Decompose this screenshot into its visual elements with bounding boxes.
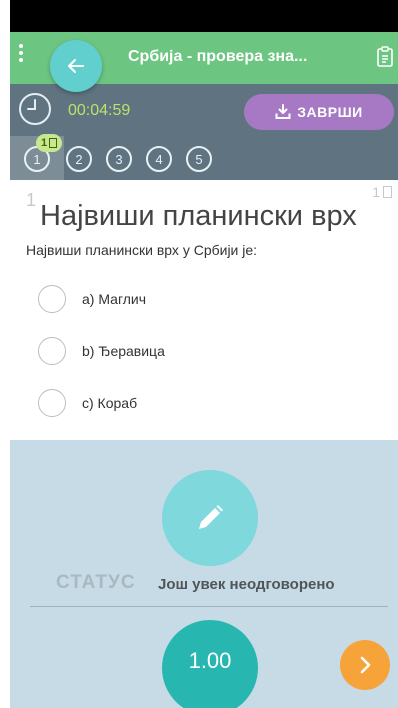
question-nav-item-5[interactable]: 5 (186, 146, 212, 172)
more-vert-icon[interactable] (16, 44, 26, 72)
timer-bar: 00:04:59 ЗАВРШИ (10, 84, 398, 136)
radio-button[interactable] (38, 337, 66, 365)
score-badge: 1.00 (162, 620, 258, 708)
radio-button[interactable] (38, 389, 66, 417)
app-bar: Србија - провера зна... (10, 32, 398, 92)
edit-button[interactable] (162, 470, 258, 566)
question-card: 1 1 Највиши планински врх Највиши планин… (10, 180, 398, 440)
document-icon (49, 138, 58, 148)
back-button[interactable] (50, 40, 102, 92)
answer-option-b[interactable]: b) Ђеравица (38, 336, 338, 366)
status-row: СТАТУС Још увек неодговорено (10, 572, 398, 598)
download-icon (275, 104, 291, 119)
status-bar (10, 0, 398, 32)
answer-option-a[interactable]: a) Маглич (38, 284, 338, 314)
answer-option-label: a) Маглич (82, 291, 147, 307)
arrow-left-icon (68, 59, 84, 73)
clipboard-icon[interactable] (376, 46, 394, 68)
timer-value: 00:04:59 (68, 102, 131, 119)
chevron-right-icon (360, 656, 371, 674)
question-text: Највиши планински врх у Србији је: (26, 242, 258, 258)
question-nav: 1 1 2 3 4 5 (10, 134, 398, 180)
status-panel: СТАТУС Још увек неодговорено 1.00 (10, 440, 398, 708)
app-title: Србија - провера зна... (128, 48, 308, 65)
divider (30, 606, 388, 607)
radio-button[interactable] (38, 285, 66, 313)
question-title: Највиши планински врх (40, 200, 357, 232)
question-nav-item-2[interactable]: 2 (66, 146, 92, 172)
app-frame: Србија - провера зна... 00:04:59 ЗАВРШИ … (10, 0, 398, 708)
question-nav-item-4[interactable]: 4 (146, 146, 172, 172)
status-label: СТАТУС (56, 572, 136, 593)
status-value: Још увек неодговорено (158, 576, 335, 593)
question-points: 1 (372, 184, 392, 200)
clock-icon (19, 93, 51, 125)
answer-option-c[interactable]: c) Кораб (38, 388, 338, 418)
question-badge: 1 (36, 134, 63, 152)
question-index: 1 (26, 190, 37, 210)
finish-button-label: ЗАВРШИ (297, 104, 363, 120)
question-points-value: 1 (372, 184, 380, 200)
pencil-icon (199, 505, 223, 529)
next-button[interactable] (340, 640, 390, 690)
question-badge-count: 1 (41, 137, 48, 149)
answer-option-label: b) Ђеравица (82, 343, 165, 359)
question-nav-item-3[interactable]: 3 (106, 146, 132, 172)
document-icon (383, 186, 392, 198)
answer-option-label: c) Кораб (82, 395, 138, 411)
finish-button[interactable]: ЗАВРШИ (244, 94, 394, 130)
